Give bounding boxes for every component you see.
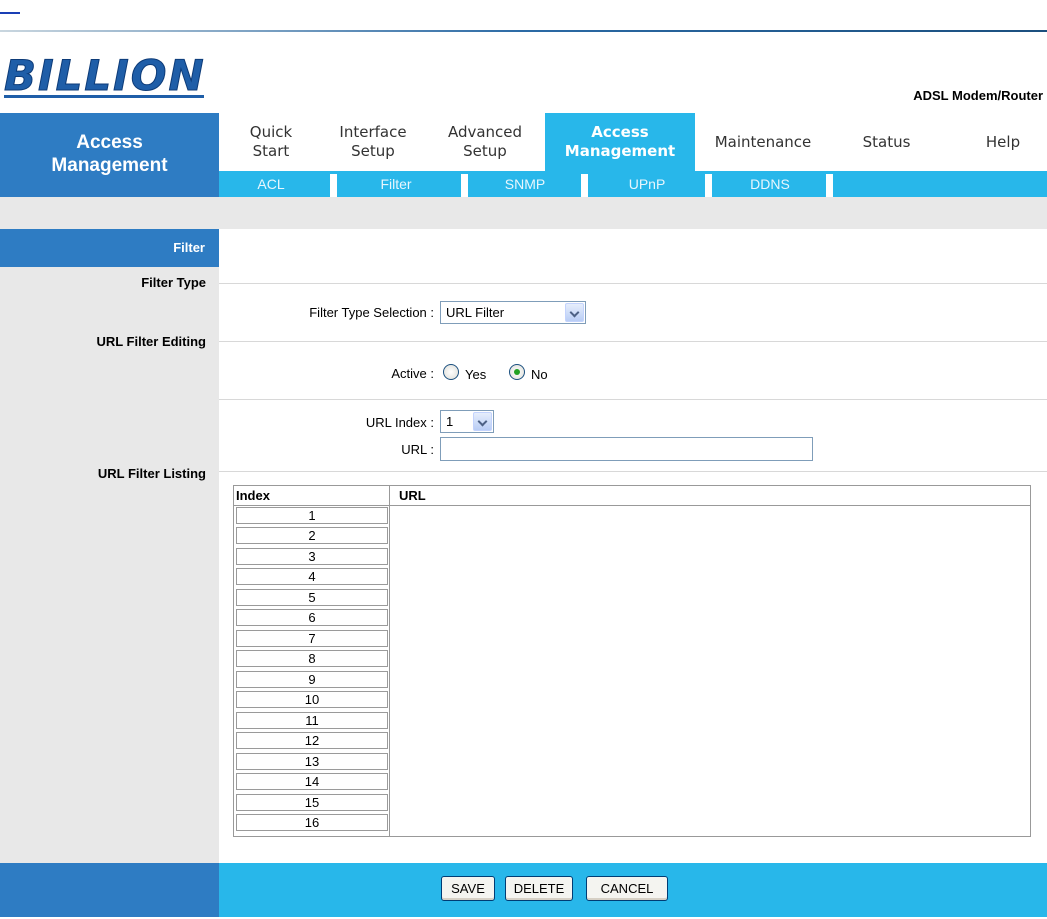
table-row-index: 10 [236, 691, 388, 708]
main-content: Filter Type Selection : URL Filter Activ… [219, 229, 1047, 863]
filter-type-label: Filter Type Selection : [309, 305, 434, 320]
submenu-upnp[interactable]: UPnP [588, 171, 706, 197]
url-header: URL [399, 488, 426, 503]
sidebar-url-filter-editing: URL Filter Editing [96, 334, 206, 349]
submenu-separator [581, 174, 588, 197]
footer-left [0, 863, 219, 917]
submenu-acl[interactable]: ACL [219, 171, 323, 197]
table-row-index: 5 [236, 589, 388, 606]
navigation: Access Management Quick Start Interface … [0, 113, 1047, 197]
divider [219, 341, 1047, 342]
sub-menu: ACL Filter SNMP UPnP DDNS [219, 171, 1047, 197]
submenu-separator [461, 174, 468, 197]
svg-text:BILLION: BILLION [4, 52, 206, 100]
divider [219, 399, 1047, 400]
cancel-button[interactable]: CANCEL [586, 876, 668, 901]
product-name: ADSL Modem/Router [913, 88, 1043, 103]
url-index-value: 1 [446, 414, 454, 429]
section-title: Access Management [0, 113, 219, 197]
url-filter-table: Index URL 1 2 3 4 5 6 7 8 9 10 11 12 13 … [233, 485, 1031, 837]
table-row-index: 12 [236, 732, 388, 749]
header-divider [234, 505, 1030, 506]
sidebar-item-filter[interactable]: Filter [0, 229, 219, 267]
index-header: Index [236, 488, 270, 503]
table-row-index: 14 [236, 773, 388, 790]
sidebar-filter-type: Filter Type [141, 275, 206, 290]
divider [219, 471, 1047, 472]
filter-type-value: URL Filter [446, 305, 505, 320]
table-row-index: 11 [236, 712, 388, 729]
active-no-label: No [531, 367, 548, 382]
save-button[interactable]: SAVE [441, 876, 495, 901]
table-row-index: 6 [236, 609, 388, 626]
table-row-index: 3 [236, 548, 388, 565]
header-rule [0, 30, 1047, 32]
menu-interface-setup[interactable]: Interface Setup [317, 113, 429, 171]
table-row-index: 7 [236, 630, 388, 647]
table-row-index: 1 [236, 507, 388, 524]
active-label: Active : [391, 366, 434, 381]
top-link[interactable] [0, 0, 20, 14]
submenu-separator [826, 174, 833, 197]
filter-type-select[interactable]: URL Filter [440, 301, 586, 324]
footer-right: SAVE DELETE CANCEL [219, 863, 1047, 917]
sidebar-url-filter-listing: URL Filter Listing [97, 466, 206, 481]
submenu-separator [705, 174, 712, 197]
table-row-index: 4 [236, 568, 388, 585]
menu-access-management[interactable]: Access Management [545, 113, 695, 171]
table-row-index: 15 [236, 794, 388, 811]
table-row-index: 8 [236, 650, 388, 667]
url-label: URL : [401, 442, 434, 457]
delete-button[interactable]: DELETE [505, 876, 573, 901]
submenu-snmp[interactable]: SNMP [468, 171, 582, 197]
chevron-down-icon [473, 412, 492, 431]
table-row-index: 13 [236, 753, 388, 770]
billion-logo: BILLION [2, 51, 207, 102]
url-index-select[interactable]: 1 [440, 410, 494, 433]
menu-maintenance[interactable]: Maintenance [699, 113, 827, 171]
sidebar: Filter Filter Type URL Filter Editing UR… [0, 229, 219, 863]
menu-quick-start[interactable]: Quick Start [219, 113, 323, 171]
submenu-filter[interactable]: Filter [337, 171, 455, 197]
footer-bar: SAVE DELETE CANCEL [0, 863, 1047, 917]
url-index-label: URL Index : [365, 415, 434, 430]
url-input[interactable] [440, 437, 813, 461]
submenu-separator [330, 174, 337, 197]
menu-help[interactable]: Help [959, 113, 1047, 171]
active-no-radio[interactable] [509, 364, 525, 380]
submenu-ddns[interactable]: DDNS [712, 171, 828, 197]
active-yes-label: Yes [465, 367, 487, 382]
menu-advanced-setup[interactable]: Advanced Setup [429, 113, 541, 171]
table-row-index: 2 [236, 527, 388, 544]
active-yes-radio[interactable] [443, 364, 459, 380]
table-row-index: 9 [236, 671, 388, 688]
table-row-index: 16 [236, 814, 388, 831]
menu-status[interactable]: Status [839, 113, 934, 171]
section-title-text: Access Management [51, 132, 168, 176]
spacer-band [0, 197, 1047, 229]
divider [219, 283, 1047, 284]
main-menu: Quick Start Interface Setup Advanced Set… [219, 113, 1047, 171]
chevron-down-icon [565, 303, 584, 322]
